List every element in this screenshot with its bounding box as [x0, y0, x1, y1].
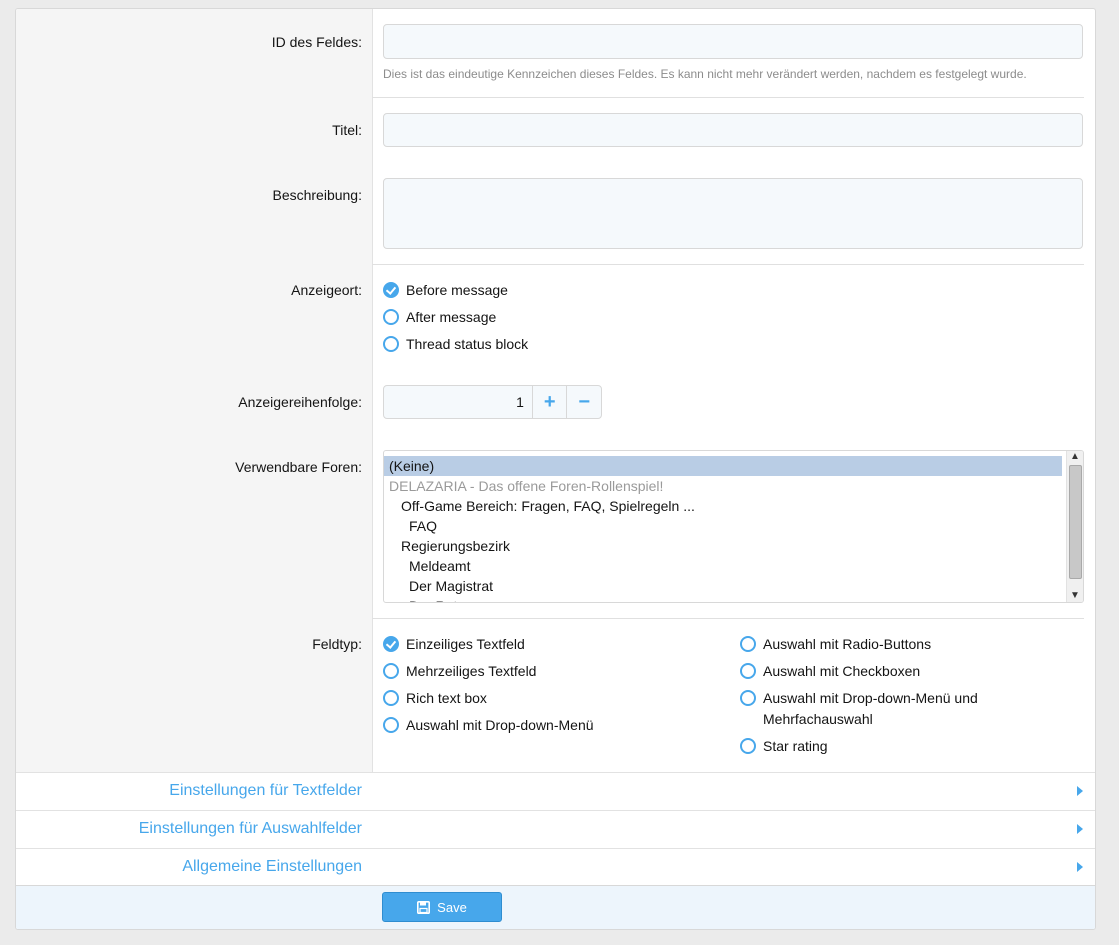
field-edit-form: ID des Feldes: Dies ist das eindeutige K… — [15, 8, 1096, 930]
description-label: Beschreibung: — [272, 187, 362, 203]
display-order-value[interactable]: 1 — [384, 386, 532, 418]
chevron-right-icon — [1077, 786, 1083, 796]
description-textarea[interactable] — [383, 178, 1083, 249]
forums-label: Verwendbare Foren: — [235, 459, 362, 475]
radio-unchecked-icon[interactable] — [383, 690, 399, 706]
field-id-hint: Dies ist das eindeutige Kennzeichen dies… — [383, 67, 1027, 81]
form-footer: Save — [16, 885, 1095, 929]
save-icon — [417, 900, 431, 914]
label-column — [16, 9, 373, 772]
display-order-label: Anzeigereihenfolge: — [238, 394, 362, 410]
section-title: Einstellungen für Auswahlfelder — [138, 820, 362, 837]
divider — [372, 264, 1084, 265]
radio-unchecked-icon[interactable] — [383, 717, 399, 733]
radio-unchecked-icon[interactable] — [740, 636, 756, 652]
forum-option[interactable]: Meldeamt — [384, 556, 1083, 576]
forum-option[interactable]: FAQ — [384, 516, 1083, 536]
radio-label: Rich text box — [406, 690, 487, 706]
radio-option[interactable]: After message — [383, 307, 496, 327]
title-input[interactable] — [383, 113, 1083, 147]
radio-label: Auswahl mit Checkboxen — [763, 663, 921, 679]
radio-option[interactable]: Mehrzeiliges Textfeld — [383, 661, 536, 681]
save-button[interactable]: Save — [382, 892, 502, 922]
section-title: Einstellungen für Textfelder — [169, 782, 362, 799]
radio-option[interactable]: Auswahl mit Drop-down-Menü und Mehrfachau… — [740, 688, 978, 730]
forum-option[interactable]: Off-Game Bereich: Fragen, FAQ, Spielrege… — [384, 496, 1083, 516]
field-type-label: Feldtyp: — [312, 636, 362, 652]
field-id-input[interactable] — [383, 24, 1083, 59]
radio-label: Auswahl mit Drop-down-Menü und Mehrfachau… — [763, 688, 978, 730]
forum-option[interactable]: Regierungsbezirk — [384, 536, 1083, 556]
section-text-fields[interactable]: Einstellungen für Textfelder — [16, 772, 1095, 810]
radio-option[interactable]: Einzeiliges Textfeld — [383, 634, 525, 654]
section-general-settings[interactable]: Allgemeine Einstellungen — [16, 848, 1095, 886]
radio-checked-icon[interactable] — [383, 282, 399, 298]
section-choice-fields[interactable]: Einstellungen für Auswahlfelder — [16, 810, 1095, 848]
radio-label: Mehrzeiliges Textfeld — [406, 663, 537, 679]
chevron-right-icon — [1077, 862, 1083, 872]
forum-option: DELAZARIA - Das offene Foren-Rollenspiel… — [389, 478, 664, 494]
radio-option[interactable]: Auswahl mit Radio-Buttons — [740, 634, 931, 654]
radio-label: Auswahl mit Radio-Buttons — [763, 636, 932, 652]
divider — [372, 97, 1084, 98]
radio-unchecked-icon[interactable] — [383, 336, 399, 352]
radio-unchecked-icon[interactable] — [383, 309, 399, 325]
scroll-down-icon[interactable]: ▼ — [1067, 590, 1083, 602]
radio-option[interactable]: Before message — [383, 280, 508, 300]
title-label: Titel: — [332, 122, 362, 138]
radio-label: Auswahl mit Drop-down-Menü — [406, 717, 594, 733]
radio-unchecked-icon[interactable] — [740, 663, 756, 679]
forums-listbox[interactable]: (Keine) DELAZARIA - Das offene Foren-Roll… — [383, 450, 1084, 603]
section-title: Allgemeine Einstellungen — [182, 858, 362, 875]
radio-option[interactable]: Star rating — [740, 736, 828, 756]
radio-checked-icon[interactable] — [383, 636, 399, 652]
radio-label: Einzeiliges Textfeld — [406, 636, 525, 652]
radio-unchecked-icon[interactable] — [740, 738, 756, 754]
radio-option[interactable]: Thread status block — [383, 334, 528, 354]
decrement-button[interactable]: − — [566, 386, 601, 418]
radio-unchecked-icon[interactable] — [740, 690, 756, 706]
forum-option[interactable]: Der Rat — [384, 596, 1083, 602]
radio-label-line: Mehrfachauswahl — [763, 711, 873, 727]
chevron-right-icon — [1077, 824, 1083, 834]
radio-option[interactable]: Rich text box — [383, 688, 487, 708]
save-label: Save — [437, 899, 467, 915]
display-order-stepper: 1 + − — [383, 385, 602, 419]
radio-option[interactable]: Auswahl mit Checkboxen — [740, 661, 920, 681]
radio-unchecked-icon[interactable] — [383, 663, 399, 679]
forum-option[interactable]: Der Magistrat — [384, 576, 1083, 596]
field-id-label: ID des Feldes: — [271, 34, 362, 50]
scrollbar[interactable]: ▲ ▼ — [1066, 451, 1083, 602]
divider — [372, 618, 1084, 619]
scroll-up-icon[interactable]: ▲ — [1067, 451, 1083, 463]
forum-option[interactable]: (Keine) — [384, 456, 1062, 476]
radio-label: Star rating — [763, 738, 828, 754]
radio-label: After message — [406, 309, 497, 325]
display-location-label: Anzeigeort: — [291, 282, 362, 298]
radio-option[interactable]: Auswahl mit Drop-down-Menü — [383, 715, 594, 735]
radio-label: Before message — [406, 282, 508, 298]
radio-label-line: Auswahl mit Drop-down-Menü und — [763, 690, 978, 706]
scrollbar-thumb[interactable] — [1069, 465, 1082, 579]
increment-button[interactable]: + — [531, 386, 567, 418]
radio-label: Thread status block — [406, 336, 529, 352]
